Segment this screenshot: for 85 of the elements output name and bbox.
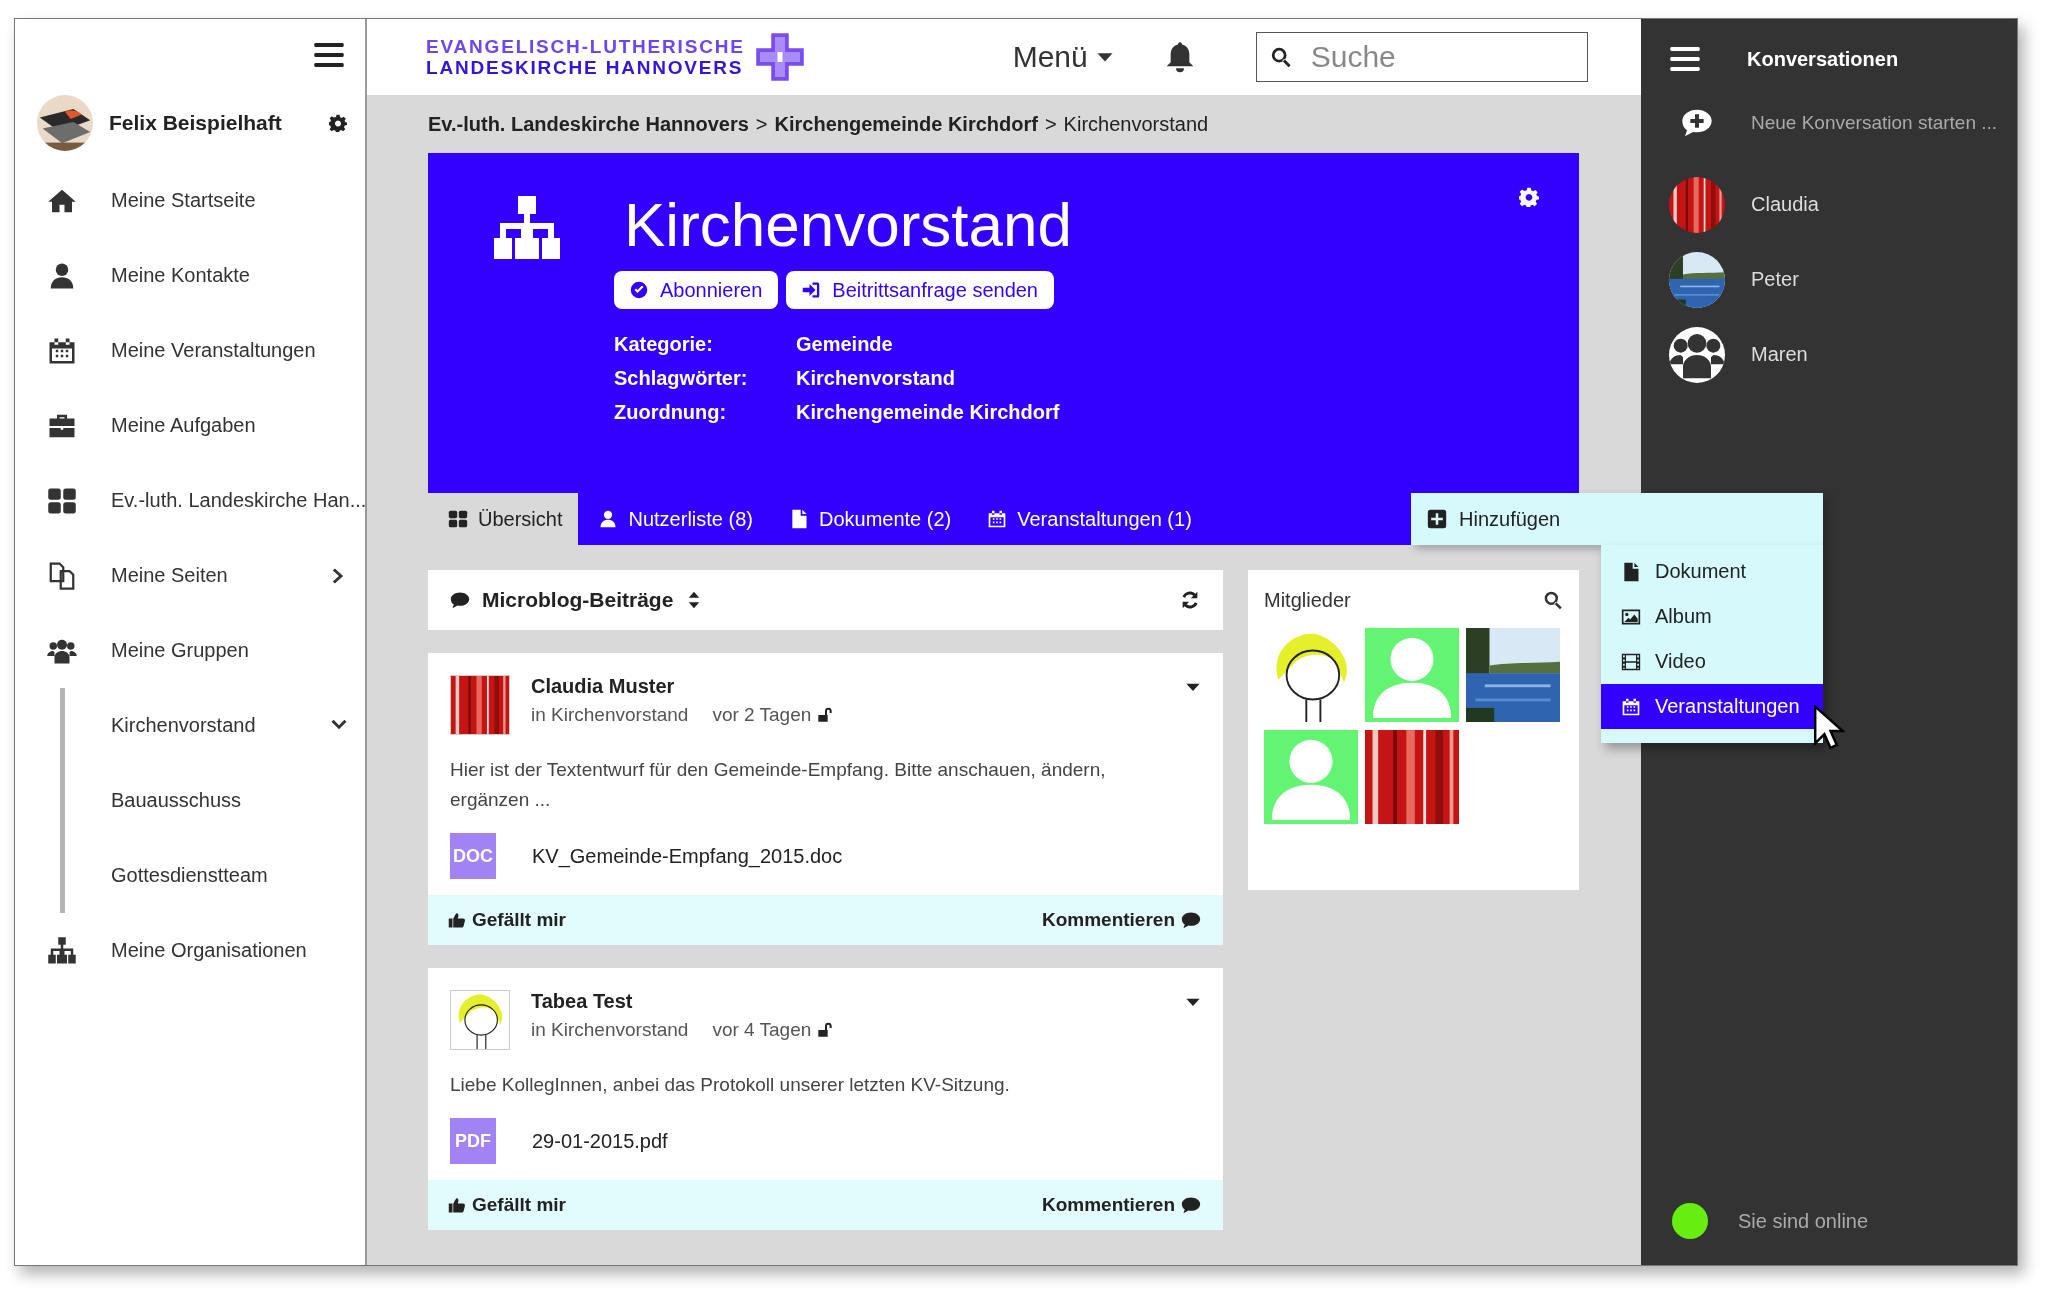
nav-item[interactable]: Meine Veranstaltungen bbox=[15, 313, 365, 388]
post-text: Hier ist der Textentwurf für den Gemeinde-Empfang. Bitte anschauen, ändern, ergänzen ... bbox=[450, 758, 1107, 812]
info-label: Schlagwörter: bbox=[614, 366, 749, 391]
thumbs-up-icon bbox=[448, 1196, 466, 1214]
cursor-icon bbox=[1813, 705, 1845, 751]
post-time: vor 4 Tagen bbox=[712, 1019, 812, 1041]
nav-item[interactable]: Meine Kontakte bbox=[15, 238, 365, 313]
unlock-icon bbox=[817, 707, 834, 723]
pages-icon bbox=[47, 560, 77, 591]
info-value: Kirchengemeinde Kirchdorf bbox=[796, 400, 1061, 425]
info-value: Gemeinde bbox=[796, 332, 894, 357]
chat-icon bbox=[1181, 910, 1201, 930]
attachment-link[interactable]: KV_Gemeinde-Empfang_2015.doc bbox=[532, 844, 843, 868]
cross-logo-icon bbox=[754, 32, 805, 82]
nav-item[interactable]: Gottesdienstteam bbox=[65, 838, 365, 913]
settings-icon bbox=[329, 114, 347, 132]
film-icon bbox=[1621, 651, 1641, 672]
breadcrumb-link[interactable]: Ev.-luth. Landeskirche Hannovers bbox=[428, 112, 749, 136]
chat-icon bbox=[1181, 1195, 1201, 1215]
like-button[interactable]: Gefällt mir bbox=[448, 909, 566, 931]
action-button[interactable]: Beitrittsanfrage senden bbox=[786, 271, 1054, 309]
post-time: vor 2 Tagen bbox=[712, 704, 812, 726]
chat-icon bbox=[450, 590, 470, 610]
breadcrumb-separator: > bbox=[1044, 112, 1057, 136]
menu-item[interactable]: Album bbox=[1601, 594, 1823, 639]
nav-item[interactable]: Kirchenvorstand bbox=[65, 688, 365, 763]
breadcrumb-current: Kirchenvorstand bbox=[1063, 112, 1209, 136]
info-label: Zuordnung: bbox=[614, 400, 728, 425]
post-group: in Kirchenvorstand bbox=[531, 704, 689, 726]
file-icon bbox=[1621, 561, 1641, 582]
breadcrumb-link[interactable]: Kirchengemeinde Kirchdorf bbox=[774, 112, 1038, 136]
nav-item[interactable]: Meine Gruppen bbox=[15, 613, 365, 688]
search-field[interactable]: Suche bbox=[1255, 32, 1588, 82]
menu-item[interactable]: Video bbox=[1601, 639, 1823, 684]
logo-text: EVANGELISCH-LUTHERISCHE bbox=[426, 36, 745, 57]
thumbs-up-icon bbox=[448, 911, 466, 929]
nav-item[interactable]: Meine Seiten bbox=[15, 538, 365, 613]
info-value: Kirchenvorstand bbox=[796, 366, 956, 391]
tab[interactable]: Veranstaltungen (1) bbox=[967, 493, 1208, 545]
status-text: Sie sind online bbox=[1738, 1209, 1869, 1233]
file-type-badge: DOC bbox=[450, 833, 496, 879]
conversation-item[interactable]: Claudia bbox=[1669, 167, 2017, 242]
feed-title: Microblog-Beiträge bbox=[482, 588, 674, 612]
members-title: Mitglieder bbox=[1264, 588, 1351, 612]
conversation-item[interactable]: Maren bbox=[1669, 317, 2017, 392]
menu-item[interactable]: Veranstaltungen bbox=[1601, 684, 1823, 729]
comment-button[interactable]: Kommentieren bbox=[1041, 1194, 1201, 1216]
post-group: in Kirchenvorstand bbox=[531, 1019, 689, 1041]
add-dropdown-button[interactable]: Hinzufügen bbox=[1411, 493, 1823, 545]
post-text: Liebe KollegInnen, anbei das Protokoll unserer letzten KV-Sitzung. bbox=[450, 1073, 1011, 1097]
panel-title: Konversationen bbox=[1747, 47, 1899, 71]
author-name[interactable]: Claudia Muster bbox=[531, 675, 1164, 698]
nav-item[interactable]: Meine Aufgaben bbox=[15, 388, 365, 463]
calendar-icon bbox=[1621, 696, 1641, 717]
like-button[interactable]: Gefällt mir bbox=[448, 1194, 566, 1216]
author-name[interactable]: Tabea Test bbox=[531, 990, 1164, 1013]
nav-item[interactable]: Meine Startseite bbox=[15, 163, 365, 238]
nav-item[interactable]: Bauausschuss bbox=[65, 763, 365, 838]
hierarchy-icon bbox=[47, 935, 77, 966]
settings-icon bbox=[1519, 187, 1539, 207]
new-conversation-item[interactable]: Neue Konversation starten ... bbox=[1669, 79, 2017, 167]
user-name: Felix Beispielhaft bbox=[109, 111, 283, 135]
logo-text: LANDESKIRCHE HANNOVERS bbox=[426, 57, 745, 78]
info-label: Kategorie: bbox=[614, 332, 714, 357]
action-button[interactable]: Abonnieren bbox=[614, 271, 779, 309]
tab[interactable]: Nutzerliste (8) bbox=[578, 493, 769, 545]
group-title: Kirchenvorstand bbox=[624, 189, 1073, 261]
attachment-link[interactable]: 29-01-2015.pdf bbox=[532, 1129, 668, 1153]
tab[interactable]: Dokumente (2) bbox=[768, 493, 968, 545]
comment-button[interactable]: Kommentieren bbox=[1041, 909, 1201, 931]
chat-plus-icon bbox=[1681, 107, 1713, 139]
tab[interactable]: Übersicht bbox=[428, 493, 579, 545]
sign-in-icon bbox=[802, 281, 821, 299]
menu-dropdown[interactable]: Menü bbox=[1012, 40, 1114, 74]
nav-item[interactable]: Meine Organisationen bbox=[15, 913, 365, 988]
unlock-icon bbox=[817, 1022, 834, 1038]
file-type-badge: PDF bbox=[450, 1118, 496, 1164]
conversation-item[interactable]: Peter bbox=[1669, 242, 2017, 317]
calendar-icon bbox=[987, 509, 1008, 529]
search-icon bbox=[1269, 46, 1292, 68]
grid-icon bbox=[448, 509, 468, 529]
search-icon bbox=[1543, 590, 1563, 610]
menu-item[interactable]: Dokument bbox=[1601, 549, 1823, 594]
breadcrumb-separator: > bbox=[755, 112, 768, 136]
nav-item[interactable]: Ev.-luth. Landeskirche Han... bbox=[15, 463, 365, 538]
